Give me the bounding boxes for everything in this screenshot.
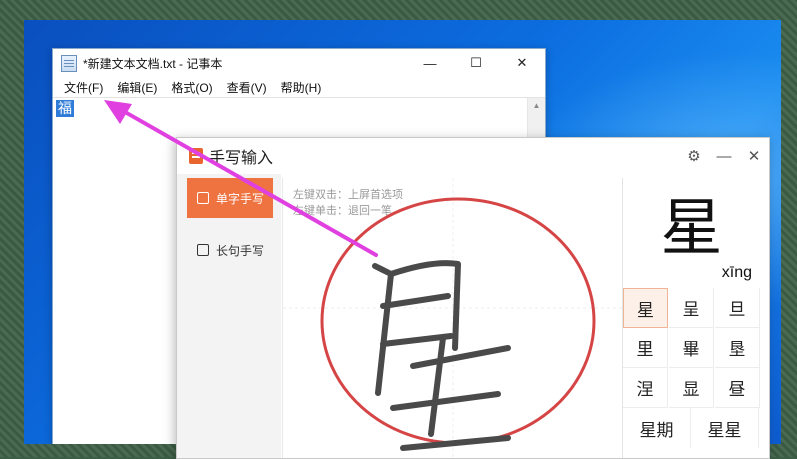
notepad-app-icon — [61, 54, 77, 72]
menu-bar: 文件(F) 编辑(E) 格式(O) 查看(V) 帮助(H) — [53, 77, 545, 97]
phrase-candidate-1[interactable]: 星期 — [623, 408, 691, 448]
candidate-5[interactable]: 畢 — [669, 328, 714, 368]
handwriting-title: 手写输入 — [209, 150, 274, 167]
candidate-3[interactable]: 旦 — [715, 288, 760, 328]
candidate-9[interactable]: 昼 — [715, 368, 760, 408]
menu-view[interactable]: 查看(V) — [220, 79, 274, 96]
sentence-mode-label: 长句手写 — [216, 243, 265, 258]
handwriting-logo-icon — [189, 148, 203, 164]
candidate-4[interactable]: 里 — [623, 328, 668, 368]
drawn-character — [372, 260, 511, 451]
minimize-button[interactable]: — — [407, 49, 453, 77]
sentence-mode-button[interactable]: 长句手写 — [187, 230, 273, 270]
candidate-2[interactable]: 呈 — [669, 288, 714, 328]
selected-text[interactable]: 福 — [56, 100, 74, 117]
notepad-titlebar[interactable]: *新建文本文档.txt - 记事本 — ☐ ✕ — [53, 49, 545, 77]
settings-icon[interactable]: ⚙ — [679, 147, 709, 165]
candidate-1[interactable]: 星 — [623, 288, 668, 328]
phrase-candidate-2[interactable]: 星星 — [691, 408, 759, 448]
handwriting-strokes — [283, 178, 623, 458]
handwriting-canvas[interactable]: 左键双击：上屏首选项 左键单击：退回一笔 — [282, 178, 623, 458]
single-char-mode-button[interactable]: 单字手写 — [187, 178, 273, 218]
handwriting-header[interactable]: 手写输入 ⚙ — ✕ — [177, 138, 769, 174]
notepad-title: *新建文本文档.txt - 记事本 — [83, 56, 223, 71]
scroll-up-icon[interactable]: ▲ — [528, 101, 545, 110]
menu-file[interactable]: 文件(F) — [57, 79, 110, 96]
menu-edit[interactable]: 编辑(E) — [110, 79, 164, 96]
preview-pinyin: xīng — [721, 264, 752, 281]
candidate-7[interactable]: 涅 — [623, 368, 668, 408]
preview-character[interactable]: 星 — [623, 194, 760, 264]
hw-close-button[interactable]: ✕ — [739, 147, 769, 165]
menu-format[interactable]: 格式(O) — [164, 79, 219, 96]
candidate-panel: 星 xīng 星 呈 旦 里 畢 垦 涅 显 昼 星期 星星 — [622, 178, 760, 458]
handwriting-panel: 手写输入 ⚙ — ✕ 单字手写 长句手写 左键双击：上屏首选项 左键单击：退回一… — [176, 137, 770, 459]
hw-minimize-button[interactable]: — — [709, 148, 739, 165]
candidate-8[interactable]: 显 — [669, 368, 714, 408]
mode-sidebar: 单字手写 长句手写 — [177, 174, 281, 458]
close-button[interactable]: ✕ — [499, 49, 545, 77]
maximize-button[interactable]: ☐ — [453, 49, 499, 77]
candidate-6[interactable]: 垦 — [715, 328, 760, 368]
menu-help[interactable]: 帮助(H) — [274, 79, 329, 96]
sentence-pen-icon — [197, 244, 209, 256]
pen-icon — [197, 192, 209, 204]
single-char-mode-label: 单字手写 — [216, 191, 265, 206]
